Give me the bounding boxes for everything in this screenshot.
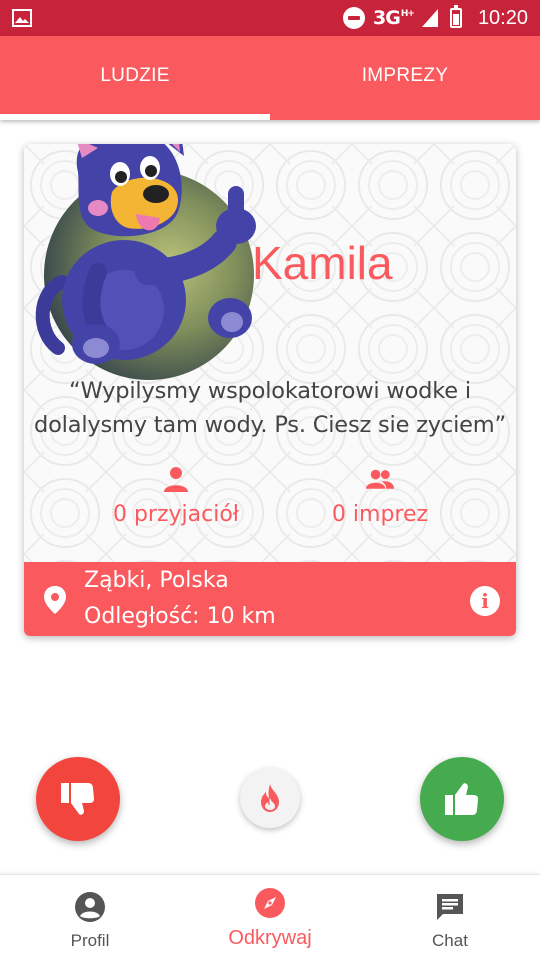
nav-profile-label: Profil	[70, 931, 110, 950]
friends-stat: 0 przyjaciół	[76, 466, 276, 527]
nav-discover-label: Odkrywaj	[228, 927, 312, 949]
like-button[interactable]	[420, 757, 504, 841]
location-city: Ząbki, Polska	[84, 568, 229, 593]
account-circle-icon	[75, 892, 105, 922]
nav-profile[interactable]: Profil	[0, 875, 180, 960]
quote-line-1: “Wypilysmy wspolokatorowi wodke i	[69, 378, 471, 404]
profile-quote: “Wypilysmy wspolokatorowi wodke i dolaly…	[24, 374, 516, 442]
thumbs-down-icon	[61, 783, 94, 815]
profile-name: Kamila	[252, 237, 393, 289]
parties-count: 0 imprez	[331, 502, 429, 527]
clock: 10:20	[477, 6, 528, 29]
do-not-disturb-icon	[343, 7, 366, 29]
info-icon[interactable]: i	[470, 586, 500, 616]
network-type: 3G H+	[373, 7, 415, 29]
compass-icon	[255, 888, 285, 918]
friends-count: 0 przyjaciół	[112, 502, 240, 527]
dislike-button[interactable]	[36, 757, 120, 841]
nav-chat-label: Chat	[432, 931, 468, 950]
status-bar: 3G H+ 10:20	[0, 0, 540, 36]
battery-icon	[449, 5, 462, 28]
location-distance: Odległość: 10 km	[84, 604, 276, 629]
chat-bubble-icon	[437, 894, 463, 920]
superlike-button[interactable]	[240, 768, 300, 828]
nav-chat[interactable]: Chat	[360, 875, 540, 960]
quote-line-2: dolalysmy tam wody. Ps. Ciesz sie zyciem…	[34, 412, 506, 438]
nav-discover[interactable]: Odkrywaj	[180, 875, 360, 960]
person-icon	[164, 467, 188, 492]
thumbs-up-icon	[445, 783, 478, 815]
fire-icon	[261, 784, 279, 812]
signal-icon	[421, 9, 438, 27]
bottom-navigation: Profil Odkrywaj Chat	[0, 874, 540, 960]
tab-imprezy[interactable]: IMPREZY	[270, 36, 540, 120]
location-bar: Ząbki, Polska Odległość: 10 km i	[24, 562, 516, 636]
location-pin-icon	[44, 586, 66, 614]
gallery-icon	[12, 9, 32, 27]
top-tabs: LUDZIE IMPREZY	[0, 36, 540, 120]
mascot-dog-illustration	[35, 144, 256, 364]
tab-indicator	[0, 114, 270, 120]
tab-ludzie[interactable]: LUDZIE	[0, 36, 270, 120]
parties-stat: 0 imprez	[280, 466, 480, 527]
group-icon	[365, 469, 395, 489]
profile-card[interactable]: Kamila “Wypilysmy wspolokatorowi wodke i…	[24, 144, 516, 636]
